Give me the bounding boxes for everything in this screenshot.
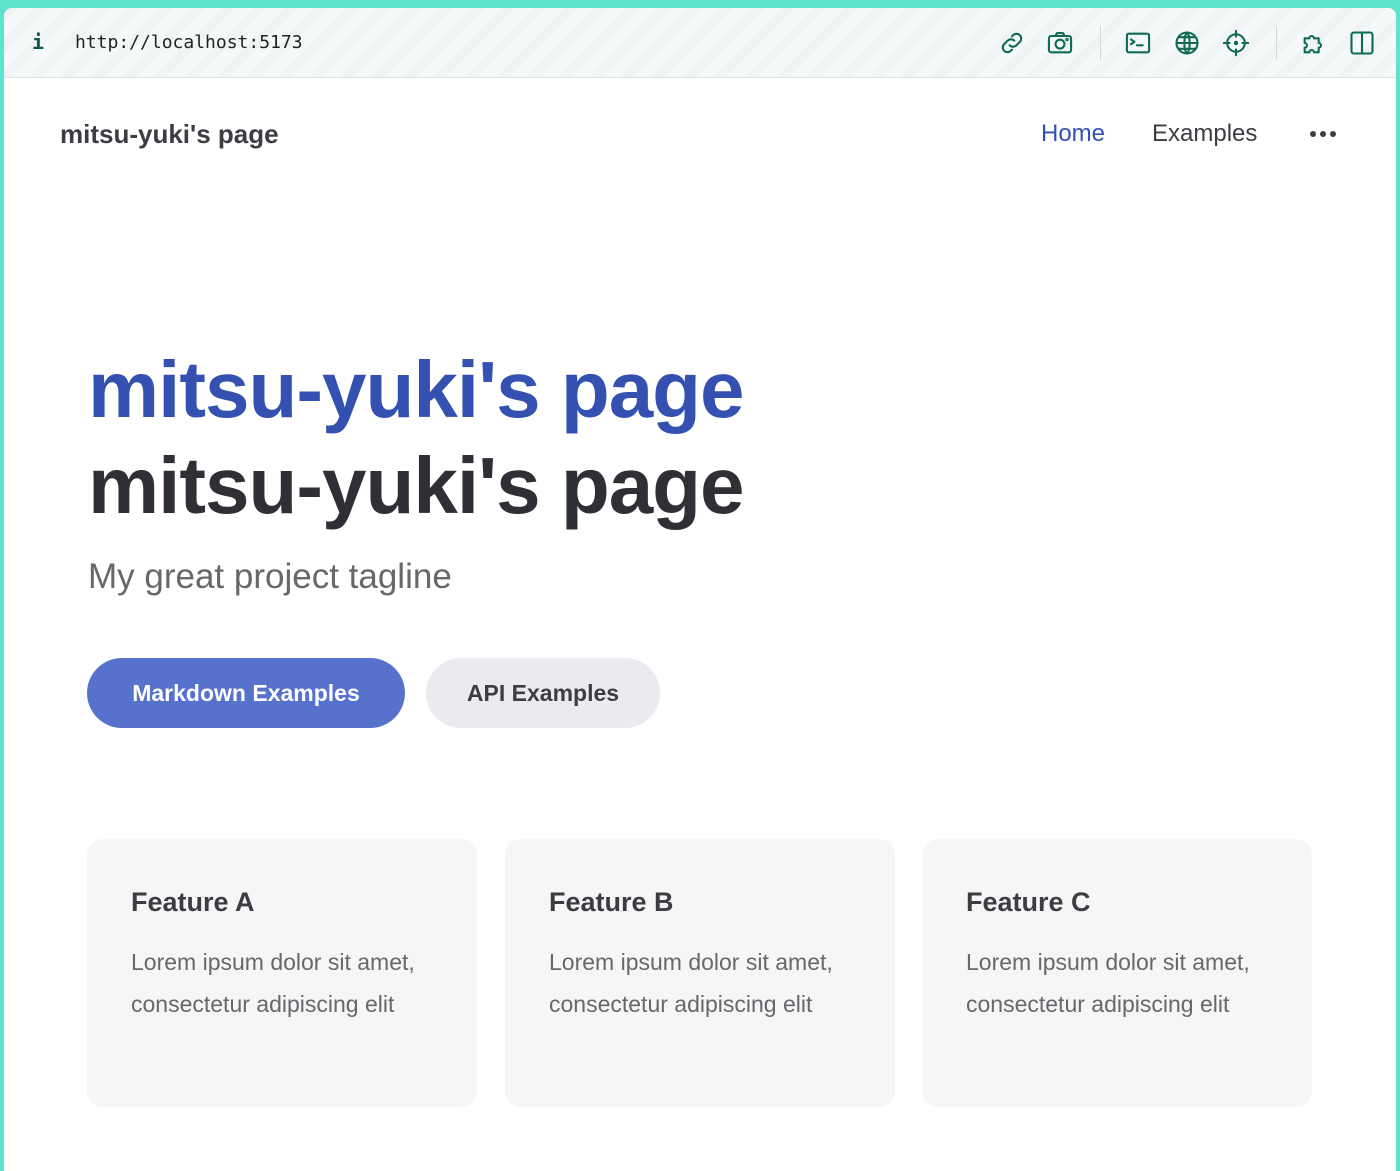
browser-window: i http://localhost:5173 mitsu-yuki's pag… [4,8,1396,1171]
nav-link-home[interactable]: Home [1041,120,1105,148]
globe-icon[interactable] [1172,28,1202,58]
feature-details: Lorem ipsum dolor sit amet, consectetur … [131,949,415,1017]
more-icon[interactable] [1308,126,1340,146]
link-icon[interactable] [997,28,1027,58]
terminal-icon[interactable] [1123,28,1153,58]
feature-card: Feature C Lorem ipsum dolor sit amet, co… [922,839,1312,1107]
feature-title: Feature C [966,887,1091,917]
nav-link-examples[interactable]: Examples [1152,120,1257,148]
toolbar-divider [1276,26,1277,60]
feature-details: Lorem ipsum dolor sit amet, consectetur … [966,949,1250,1017]
api-examples-button[interactable]: API Examples [426,658,660,728]
crosshair-icon[interactable] [1221,28,1251,58]
browser-toolbar: i http://localhost:5173 [4,8,1396,78]
feature-title: Feature B [549,887,674,917]
info-icon[interactable]: i [32,30,44,54]
hero-name: mitsu-yuki's page [88,345,745,434]
feature-card: Feature A Lorem ipsum dolor sit amet, co… [87,839,477,1107]
hero-text: mitsu-yuki's page [88,441,745,530]
feature-title: Feature A [131,887,255,917]
hero-tagline: My great project tagline [88,557,452,596]
feature-details: Lorem ipsum dolor sit amet, consectetur … [549,949,833,1017]
markdown-examples-button[interactable]: Markdown Examples [87,658,405,728]
site-title[interactable]: mitsu-yuki's page [60,119,279,150]
sidebar-icon[interactable] [1347,28,1377,58]
toolbar-divider [1100,26,1101,60]
camera-icon[interactable] [1045,28,1075,58]
url-bar[interactable]: http://localhost:5173 [75,32,303,53]
puzzle-icon[interactable] [1299,28,1329,58]
feature-card: Feature B Lorem ipsum dolor sit amet, co… [505,839,895,1107]
